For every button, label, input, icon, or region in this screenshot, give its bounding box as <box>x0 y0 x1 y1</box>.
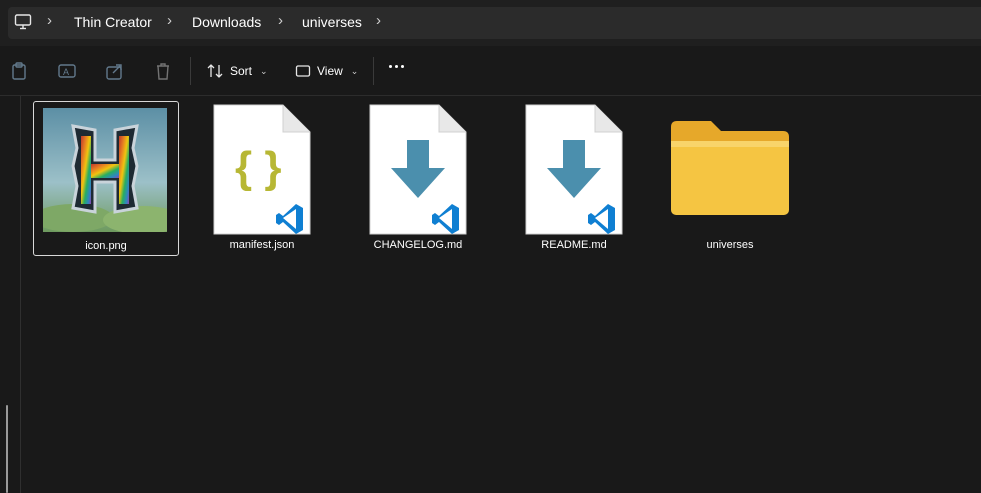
paste-icon[interactable] <box>9 61 29 81</box>
markdown-file-icon <box>369 104 467 235</box>
file-item-icon-png[interactable]: icon.png <box>33 101 179 256</box>
breadcrumb-item-downloads[interactable]: Downloads <box>192 14 261 30</box>
address-bar: › Thin Creator › Downloads › universes › <box>0 0 981 46</box>
more-options-icon[interactable] <box>389 65 404 68</box>
folder-name: universes <box>706 239 754 251</box>
view-button[interactable]: View ⌄ <box>295 59 358 83</box>
breadcrumb-item-universes[interactable]: universes <box>302 14 362 30</box>
share-icon[interactable] <box>105 61 125 81</box>
markdown-file-icon <box>525 104 623 235</box>
chevron-down-icon: ⌄ <box>350 65 359 76</box>
svg-text:{ }: { } <box>235 143 281 192</box>
command-bar: A Sort ⌄ View ⌄ <box>0 47 981 96</box>
chevron-down-icon: ⌄ <box>260 65 268 76</box>
view-label: View <box>317 64 343 78</box>
chevron-right-icon[interactable]: › <box>167 12 172 29</box>
file-item-changelog-md[interactable]: CHANGELOG.md <box>345 101 491 256</box>
sort-button[interactable]: Sort ⌄ <box>206 59 268 83</box>
rename-icon[interactable]: A <box>57 61 77 81</box>
navigation-pane <box>0 96 21 493</box>
file-name: manifest.json <box>229 239 295 251</box>
breadcrumb[interactable] <box>8 7 981 39</box>
chevron-right-icon[interactable]: › <box>278 12 283 29</box>
folder-item-universes[interactable]: universes <box>657 101 803 256</box>
file-name: CHANGELOG.md <box>373 239 463 251</box>
file-item-manifest-json[interactable]: { } manifest.json <box>189 101 335 256</box>
this-pc-icon[interactable] <box>14 13 32 31</box>
sort-icon <box>207 64 223 78</box>
image-thumbnail <box>43 108 167 232</box>
sort-label: Sort <box>230 64 253 78</box>
chevron-right-icon[interactable]: › <box>376 12 381 29</box>
breadcrumb-item-thin-creator[interactable]: Thin Creator <box>74 14 152 30</box>
toolbar-divider <box>373 57 374 85</box>
json-file-icon: { } <box>213 104 311 235</box>
file-item-readme-md[interactable]: README.md <box>501 101 647 256</box>
toolbar-divider <box>190 57 191 85</box>
folder-icon <box>671 121 789 215</box>
view-icon <box>295 65 311 77</box>
svg-text:A: A <box>63 67 69 77</box>
scrollbar[interactable] <box>6 405 8 493</box>
file-name: icon.png <box>85 240 127 252</box>
file-name: README.md <box>541 239 607 251</box>
delete-icon[interactable] <box>153 61 173 81</box>
chevron-right-icon[interactable]: › <box>47 12 52 29</box>
